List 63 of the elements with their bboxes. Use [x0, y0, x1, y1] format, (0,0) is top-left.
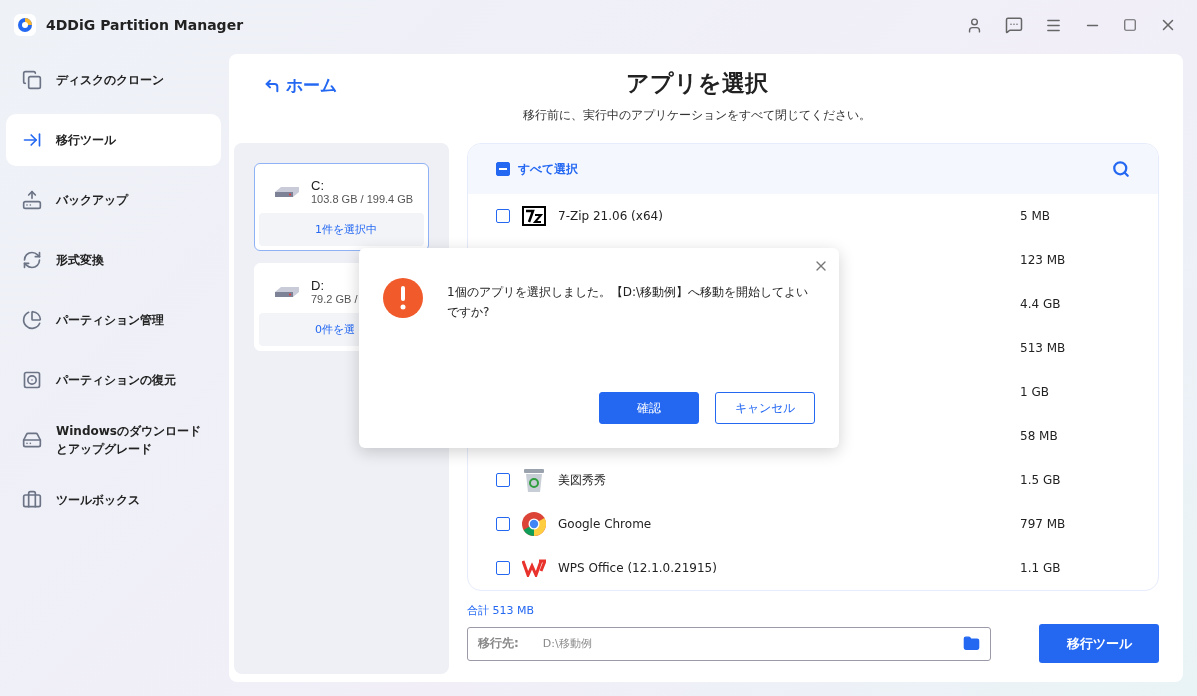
back-arrow-icon	[264, 77, 280, 94]
total-size: 合計 513 MB	[467, 603, 536, 618]
archive-icon	[522, 206, 546, 226]
app-title: 4DDiG Partition Manager	[46, 17, 245, 33]
destination-input[interactable]: D:\移動例	[540, 636, 941, 651]
hard-drive-icon	[273, 185, 301, 198]
row-checkbox[interactable]	[496, 517, 510, 531]
drive-name: D:	[311, 278, 325, 293]
app-name: 美図秀秀	[558, 471, 606, 489]
office-icon	[522, 559, 546, 577]
briefcase-icon	[22, 490, 42, 510]
app-logo-icon	[14, 14, 36, 36]
row-checkbox[interactable]	[496, 473, 510, 487]
drive-icon	[22, 430, 42, 450]
copy-icon	[22, 70, 42, 90]
sidebar-item[interactable]: 移行ツール	[6, 114, 221, 166]
app-size: 5 MB	[1020, 209, 1052, 223]
destination-field[interactable]: 移行先: D:\移動例	[467, 626, 991, 661]
dialog-message: 1個のアプリを選択しました。【D:\移動例】へ移動を開始してよいですか?	[447, 284, 809, 322]
app-size: 1 GB	[1020, 385, 1050, 399]
pie-chart-icon	[22, 310, 42, 330]
recycle-bin-icon	[522, 467, 546, 493]
select-all-checkbox[interactable]	[496, 162, 510, 176]
browser-icon	[522, 512, 546, 536]
refresh-icon	[22, 250, 42, 270]
cancel-button[interactable]: キャンセル	[715, 392, 815, 424]
drive-usage: 79.2 GB /	[311, 293, 358, 305]
row-checkbox[interactable]	[496, 209, 510, 223]
search-icon[interactable]	[1112, 160, 1130, 178]
sidebar-item[interactable]: ディスクのクローン	[6, 54, 221, 106]
home-link[interactable]: ホーム	[234, 68, 454, 103]
sidebar-item[interactable]: パーティション管理	[6, 294, 221, 346]
confirm-button[interactable]: 確認	[599, 392, 699, 424]
destination-label: 移行先:	[478, 635, 519, 652]
drive-name: C:	[311, 178, 325, 193]
app-size: 1.1 GB	[1020, 561, 1062, 575]
sidebar-item[interactable]: パーティションの復元	[6, 354, 221, 406]
app-size: 797 MB	[1020, 517, 1067, 531]
hard-drive-icon	[273, 285, 301, 298]
upload-icon	[22, 190, 42, 210]
page-title: アプリを選択	[625, 69, 768, 98]
app-name: Google Chrome	[558, 517, 652, 531]
arrow-icon	[22, 130, 42, 150]
selected-count: 1件を選択中	[259, 213, 424, 246]
warning-icon	[383, 278, 423, 318]
sidebar-item[interactable]: ツールボックス	[6, 474, 221, 526]
sidebar-item[interactable]: バックアップ	[6, 174, 221, 226]
app-name: 7-Zip 21.06 (x64)	[558, 209, 663, 223]
sidebar-item[interactable]: Windowsのダウンロードとアップグレード	[6, 414, 221, 466]
app-size: 58 MB	[1020, 429, 1059, 443]
app-name: WPS Office (12.1.0.21915)	[558, 561, 717, 575]
row-checkbox[interactable]	[496, 561, 510, 575]
page-subtitle: 移行前に、実行中のアプリケーションをすべて閉じてください。	[522, 107, 871, 124]
minus-icon	[499, 168, 507, 170]
app-size: 4.4 GB	[1020, 297, 1062, 311]
folder-icon[interactable]	[963, 635, 980, 652]
drive-card[interactable]: C: 103.8 GB / 199.4 GB 1件を選択中	[254, 163, 429, 251]
app-size: 123 MB	[1020, 253, 1067, 267]
sidebar-item[interactable]: 形式変換	[6, 234, 221, 286]
app-size: 513 MB	[1020, 341, 1067, 355]
app-size: 1.5 GB	[1020, 473, 1062, 487]
migrate-button[interactable]: 移行ツール	[1039, 624, 1159, 663]
drive-usage: 103.8 GB / 199.4 GB	[311, 193, 414, 205]
